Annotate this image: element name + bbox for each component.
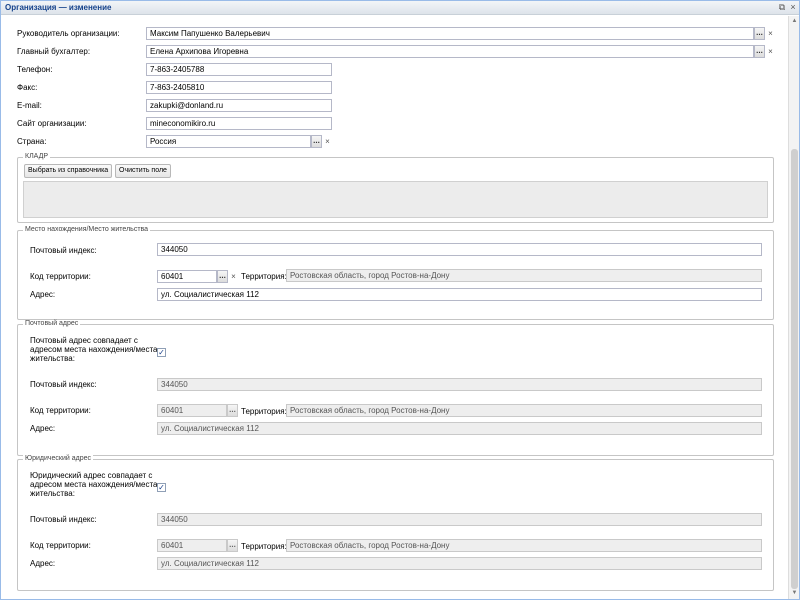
accountant-select-button[interactable]: ... xyxy=(754,45,765,58)
scrollbar-thumb[interactable] xyxy=(791,149,798,589)
accountant-clear-icon[interactable]: × xyxy=(766,46,775,57)
country-label: Страна: xyxy=(17,137,47,146)
postal-same-label: Почтовый адрес совпадает с адресом места… xyxy=(30,336,158,363)
vertical-scrollbar[interactable]: ▲ ▼ xyxy=(788,16,799,599)
phone-label: Телефон: xyxy=(17,65,53,74)
head-clear-icon[interactable]: × xyxy=(766,28,775,39)
site-label: Сайт организации: xyxy=(17,119,87,128)
select-from-directory-button[interactable]: Выбрать из справочника xyxy=(24,164,112,178)
scroll-down-icon[interactable]: ▼ xyxy=(789,588,800,598)
location-address-field[interactable]: ул. Социалистическая 112 xyxy=(157,288,762,301)
location-territory-code-field[interactable]: 60401 xyxy=(157,270,217,283)
postal-territory-code-field: 60401 xyxy=(157,404,227,417)
postal-postcode-label: Почтовый индекс: xyxy=(30,380,97,389)
legal-territory-code-label: Код территории: xyxy=(30,541,91,550)
fax-field[interactable]: 7-863-2405810 xyxy=(146,81,332,94)
legal-same-checkbox[interactable]: ✓ xyxy=(157,483,166,492)
kladr-legend: КЛАДР xyxy=(23,153,50,160)
location-address-label: Адрес: xyxy=(30,290,56,299)
country-field[interactable]: Россия xyxy=(146,135,311,148)
legal-same-label: Юридический адрес совпадает с адресом ме… xyxy=(30,471,158,498)
postal-postcode-field: 344050 xyxy=(157,378,762,391)
legal-postcode-label: Почтовый индекс: xyxy=(30,515,97,524)
kladr-display-area xyxy=(23,181,768,218)
accountant-field[interactable]: Елена Архипова Игоревна xyxy=(146,45,754,58)
email-field[interactable]: zakupki@donland.ru xyxy=(146,99,332,112)
phone-field[interactable]: 7-863-2405788 xyxy=(146,63,332,76)
location-territory-label: Территория: xyxy=(241,272,287,281)
location-postcode-field[interactable]: 344050 xyxy=(157,243,762,256)
legal-territory-select-button: ... xyxy=(227,539,238,552)
postal-territory-select-button: ... xyxy=(227,404,238,417)
clear-field-button[interactable]: Очистить поле xyxy=(115,164,171,178)
legal-legend: Юридический адрес xyxy=(23,455,94,462)
country-clear-icon[interactable]: × xyxy=(323,136,332,147)
location-territory-code-label: Код территории: xyxy=(30,272,91,281)
legal-address-label: Адрес: xyxy=(30,559,56,568)
legal-territory-code-field: 60401 xyxy=(157,539,227,552)
email-label: E-mail: xyxy=(17,101,42,110)
accountant-label: Главный бухгалтер: xyxy=(17,47,91,56)
country-select-button[interactable]: ... xyxy=(311,135,322,148)
postal-address-label: Адрес: xyxy=(30,424,56,433)
location-territory-clear-icon[interactable]: × xyxy=(229,271,238,282)
head-select-button[interactable]: ... xyxy=(754,27,765,40)
head-field[interactable]: Максим Папушенко Валерьевич xyxy=(146,27,754,40)
form-body: Руководитель организации: Максим Папушен… xyxy=(3,16,787,597)
scroll-up-icon[interactable]: ▲ xyxy=(789,16,800,26)
restore-window-icon[interactable]: ⧉ xyxy=(777,3,787,13)
location-territory-select-button[interactable]: ... xyxy=(217,270,228,283)
organization-edit-window: Организация — изменение ⧉ × Руководитель… xyxy=(0,0,800,600)
postal-legend: Почтовый адрес xyxy=(23,320,81,327)
postal-territory-code-label: Код территории: xyxy=(30,406,91,415)
postal-address-field: ул. Социалистическая 112 xyxy=(157,422,762,435)
window-titlebar[interactable]: Организация — изменение ⧉ × xyxy=(1,1,799,15)
site-field[interactable]: mineconomikiro.ru xyxy=(146,117,332,130)
close-icon[interactable]: × xyxy=(788,3,798,13)
legal-postcode-field: 344050 xyxy=(157,513,762,526)
legal-address-field: ул. Социалистическая 112 xyxy=(157,557,762,570)
window-title: Организация — изменение xyxy=(5,3,112,12)
legal-territory-label: Территория: xyxy=(241,542,287,551)
head-label: Руководитель организации: xyxy=(17,29,120,38)
postal-territory-label: Территория: xyxy=(241,407,287,416)
location-legend: Место нахождения/Место жительства xyxy=(23,226,151,233)
postal-territory-field: Ростовская область, город Ростов-на-Дону xyxy=(286,404,762,417)
legal-territory-field: Ростовская область, город Ростов-на-Дону xyxy=(286,539,762,552)
location-territory-field: Ростовская область, город Ростов-на-Дону xyxy=(286,269,762,282)
location-postcode-label: Почтовый индекс: xyxy=(30,246,97,255)
postal-same-checkbox[interactable]: ✓ xyxy=(157,348,166,357)
fax-label: Факс: xyxy=(17,83,38,92)
